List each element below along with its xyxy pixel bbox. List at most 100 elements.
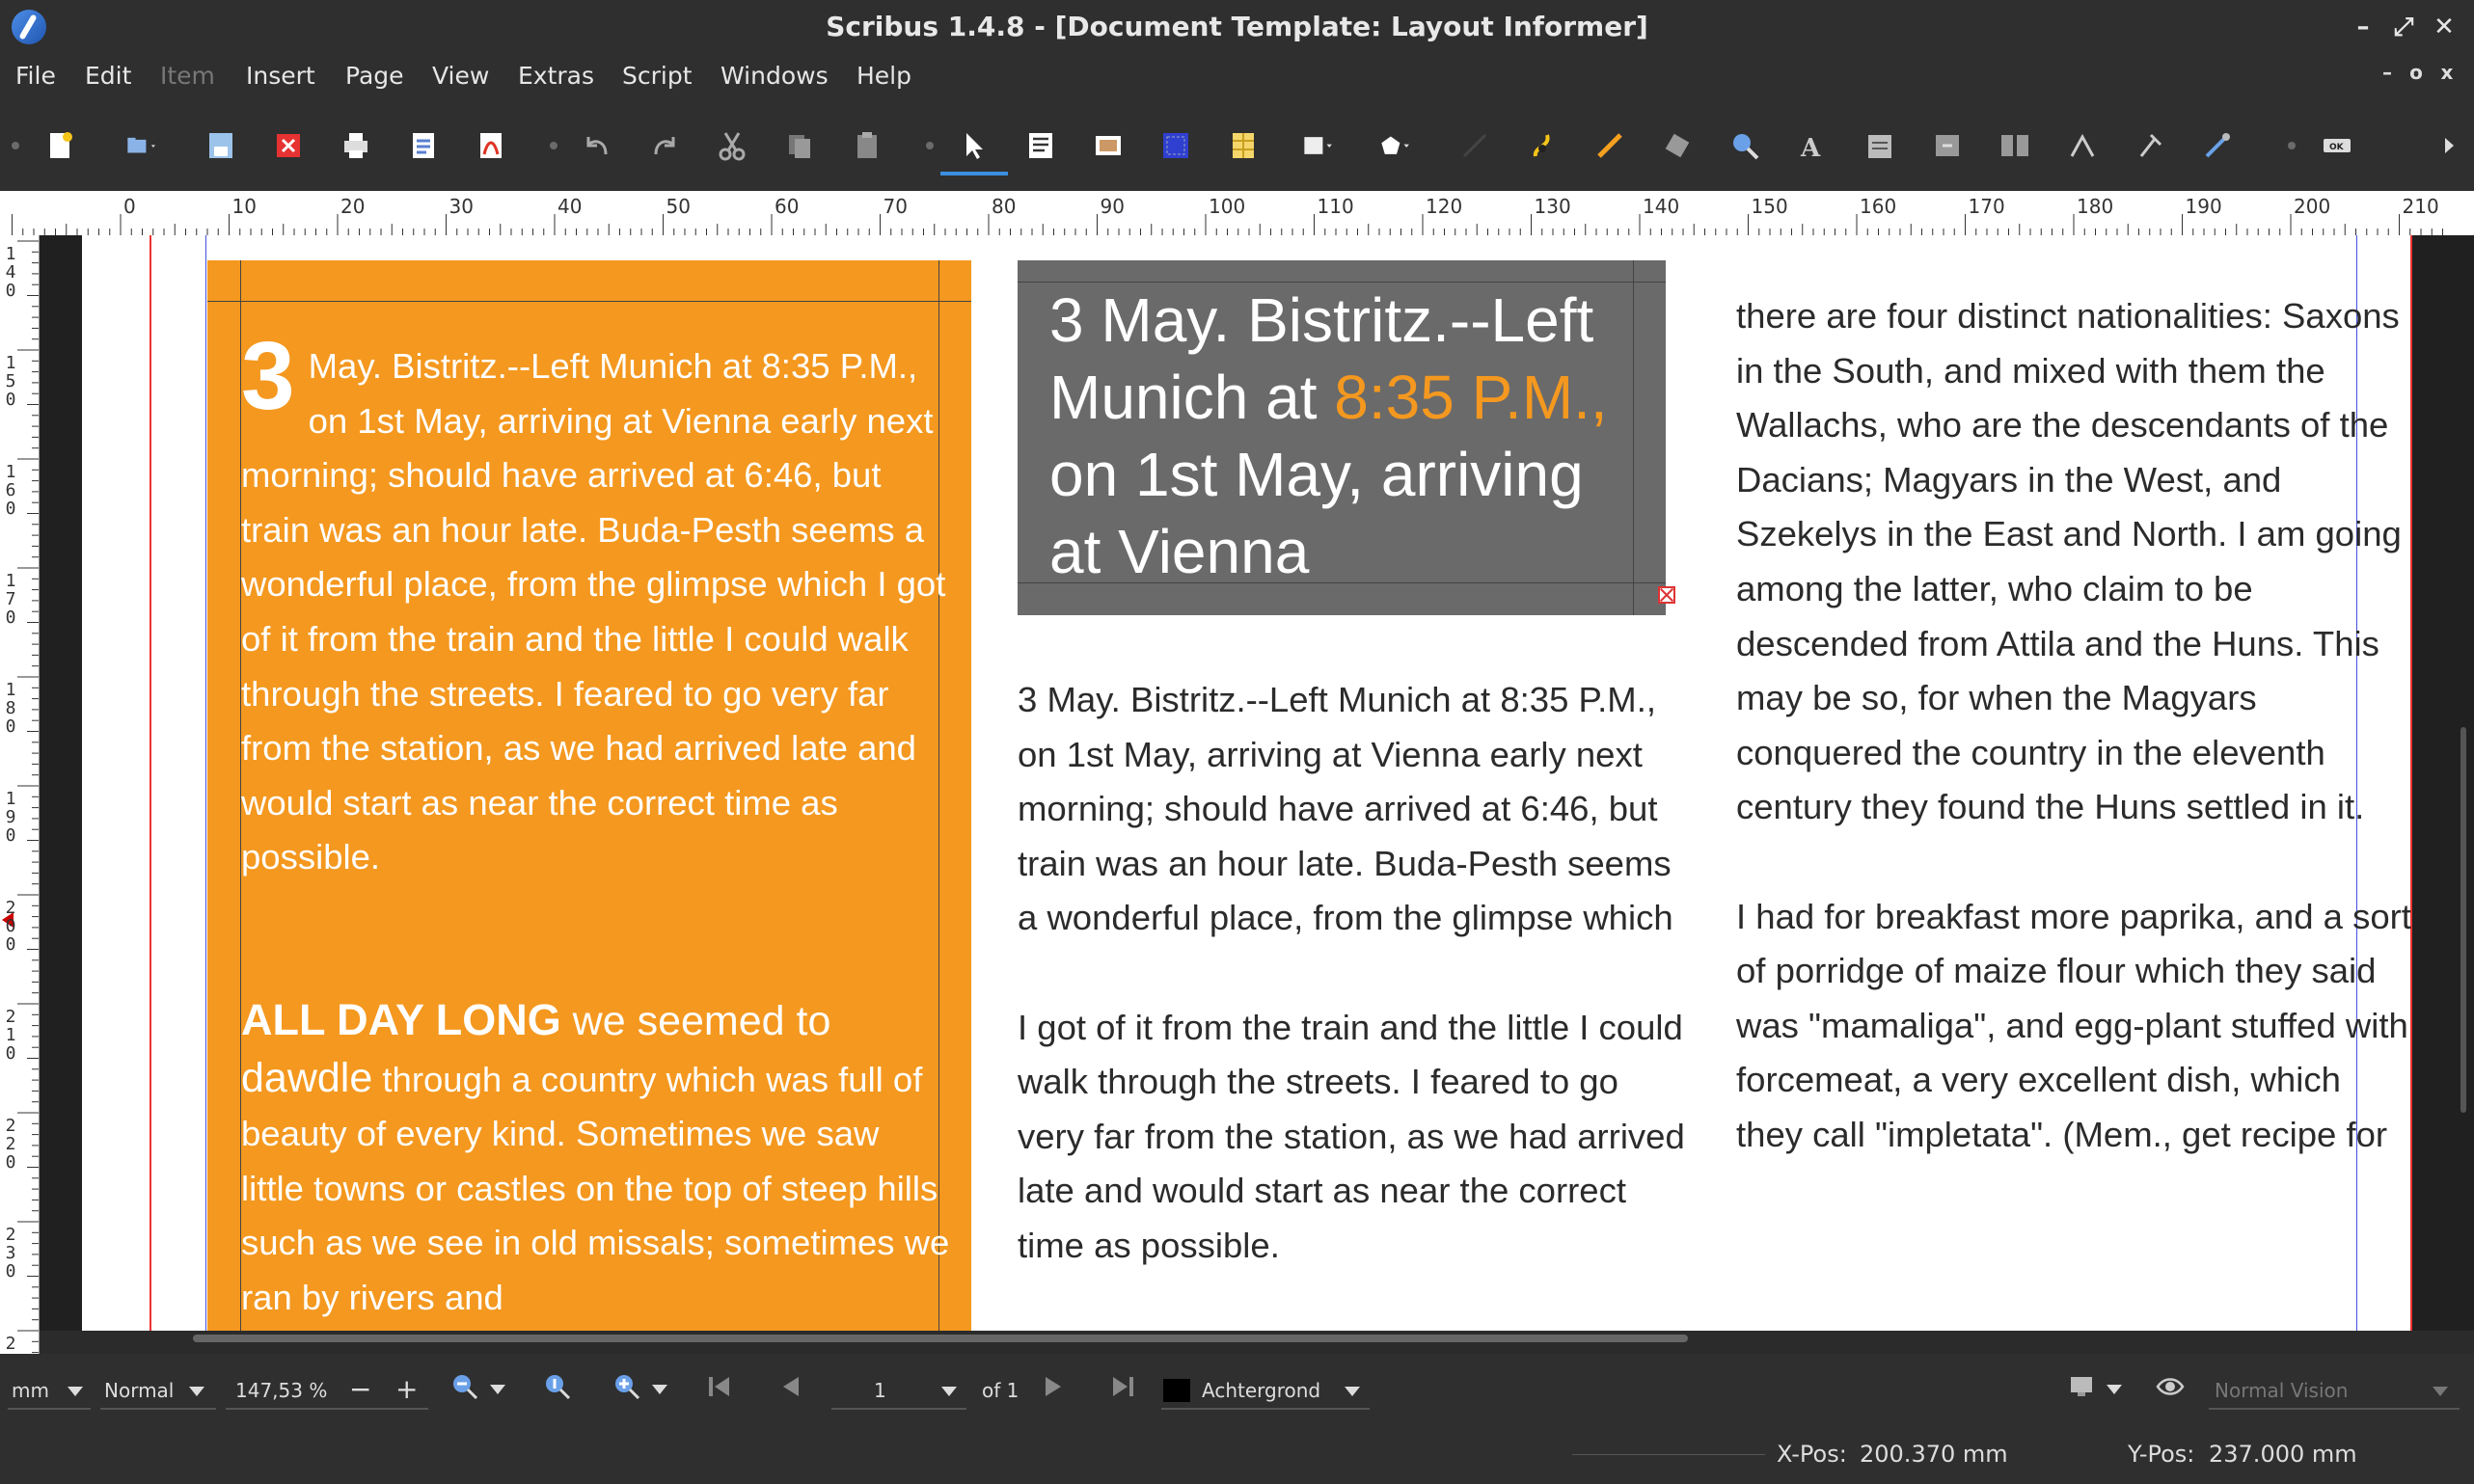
render-frame-icon[interactable] bbox=[1155, 125, 1196, 166]
line-icon[interactable] bbox=[1454, 125, 1495, 166]
previous-page-icon[interactable] bbox=[772, 1367, 810, 1406]
undo-icon[interactable] bbox=[577, 125, 617, 166]
document-minimize-button[interactable]: – bbox=[2373, 58, 2402, 87]
rotate-item-icon[interactable] bbox=[1657, 125, 1698, 166]
zoom-field[interactable]: 147,53 % − + bbox=[226, 1371, 428, 1410]
preflight-verifier-icon[interactable] bbox=[403, 125, 444, 166]
close-button[interactable]: ✕ bbox=[2425, 6, 2463, 48]
menu-file[interactable]: File bbox=[15, 54, 56, 98]
edit-text-story-editor-icon[interactable] bbox=[1860, 125, 1900, 166]
new-document-icon[interactable] bbox=[41, 125, 81, 166]
export-pdf-icon[interactable] bbox=[471, 125, 511, 166]
zoom-increment-button[interactable]: + bbox=[395, 1373, 418, 1405]
text-overflow-marker-icon[interactable] bbox=[1658, 586, 1675, 604]
vertical-scrollbar[interactable] bbox=[2460, 727, 2466, 1113]
edit-contents-icon[interactable]: A bbox=[1792, 125, 1833, 166]
layer-select[interactable]: Achtergrond bbox=[1161, 1371, 1370, 1410]
table-icon[interactable] bbox=[1223, 125, 1264, 166]
vertical-ruler[interactable]: 140 150 160 170 180 190 200 210 220 230 2 bbox=[0, 235, 40, 1354]
measurements-icon[interactable] bbox=[2062, 125, 2103, 166]
copy-item-properties-icon[interactable] bbox=[2130, 125, 2170, 166]
paste-icon[interactable] bbox=[847, 125, 887, 166]
zoom-icon[interactable] bbox=[1725, 125, 1765, 166]
open-document-icon[interactable] bbox=[114, 125, 172, 166]
ruler-label: 50 bbox=[666, 195, 691, 218]
vision-mode-select[interactable]: Normal Vision bbox=[2209, 1371, 2460, 1410]
right-text-column[interactable]: there are four distinct nationalities: S… bbox=[1736, 289, 2411, 1163]
ruler-label: 220 bbox=[5, 1116, 16, 1173]
margin-guide-left bbox=[150, 235, 151, 1331]
menu-item[interactable]: Item bbox=[160, 54, 215, 98]
ruler-label: 230 bbox=[5, 1225, 16, 1282]
ruler-label: 60 bbox=[775, 195, 800, 218]
image-frame-icon[interactable] bbox=[1088, 125, 1128, 166]
display-icon[interactable] bbox=[2064, 1367, 2103, 1406]
menu-page[interactable]: Page bbox=[345, 54, 404, 98]
eye-dropper-icon[interactable] bbox=[2197, 125, 2238, 166]
toolbar-handle[interactable] bbox=[12, 142, 19, 149]
document-restore-button[interactable]: o bbox=[2402, 58, 2431, 87]
orange-frame-text[interactable]: 3 May. Bistritz.--Left Munich at 8:35 P.M… bbox=[241, 328, 950, 1326]
zoom-in-icon[interactable] bbox=[608, 1367, 646, 1406]
maximize-button[interactable]: ⤢ bbox=[2384, 6, 2423, 48]
main-toolbar: A OK bbox=[0, 98, 2474, 191]
ruler-label: 180 bbox=[5, 680, 16, 737]
redo-icon[interactable] bbox=[644, 125, 685, 166]
document-close-button[interactable]: x bbox=[2433, 58, 2461, 87]
menu-windows[interactable]: Windows bbox=[720, 54, 829, 98]
headline-part: on 1st May, arriving at Vienna bbox=[1049, 440, 1584, 586]
print-icon[interactable] bbox=[336, 125, 376, 166]
shape-icon[interactable] bbox=[1291, 125, 1348, 166]
close-document-icon[interactable] bbox=[268, 125, 309, 166]
paragraph: 3 May. Bistritz.--Left Munich at 8:35 P.… bbox=[1018, 680, 1673, 938]
document-page[interactable]: 3 May. Bistritz.--Left Munich at 8:35 P.M… bbox=[82, 235, 2412, 1331]
polygon-icon[interactable] bbox=[1368, 125, 1426, 166]
menu-view[interactable]: View bbox=[432, 54, 489, 98]
link-text-frames-icon[interactable] bbox=[1927, 125, 1968, 166]
ruler-label: 20 bbox=[340, 195, 366, 218]
chevron-down-icon[interactable] bbox=[2107, 1385, 2122, 1394]
zoom-out-icon[interactable] bbox=[446, 1367, 484, 1406]
menu-insert[interactable]: Insert bbox=[246, 54, 315, 98]
headline-text[interactable]: 3 May. Bistritz.--Left Munich at 8:35 P.… bbox=[1049, 282, 1647, 590]
middle-text-column[interactable]: 3 May. Bistritz.--Left Munich at 8:35 P.… bbox=[1018, 673, 1693, 1274]
ruler-label: 200 bbox=[2294, 195, 2331, 218]
toolbar-overflow-icon[interactable] bbox=[2429, 125, 2469, 166]
horizontal-ruler[interactable]: 0 10 20 30 40 50 60 70 80 90 100 110 120 130 140 150 160… bbox=[0, 191, 2474, 236]
cut-icon[interactable] bbox=[712, 125, 752, 166]
menu-help[interactable]: Help bbox=[856, 54, 911, 98]
headline-accent: 8:35 P.M., bbox=[1334, 363, 1608, 432]
paragraph: May. Bistritz.--Left Munich at 8:35 P.M.… bbox=[241, 346, 946, 877]
ruler-label: 90 bbox=[1100, 195, 1125, 218]
text-frame-icon[interactable] bbox=[1020, 125, 1061, 166]
eye-icon[interactable] bbox=[2151, 1367, 2189, 1406]
chevron-down-icon[interactable] bbox=[490, 1385, 505, 1394]
zoom-decrement-button[interactable]: − bbox=[349, 1373, 371, 1405]
select-item-icon[interactable] bbox=[953, 125, 993, 166]
next-page-icon[interactable] bbox=[1034, 1367, 1073, 1406]
pdf-push-button-icon[interactable]: OK bbox=[2317, 125, 2357, 166]
menu-edit[interactable]: Edit bbox=[85, 54, 131, 98]
copy-icon[interactable] bbox=[779, 125, 820, 166]
first-page-icon[interactable] bbox=[700, 1367, 739, 1406]
ruler-label: 200 bbox=[5, 898, 16, 955]
menu-script[interactable]: Script bbox=[622, 54, 693, 98]
chevron-down-icon bbox=[68, 1387, 83, 1396]
document-canvas[interactable]: 3 May. Bistritz.--Left Munich at 8:35 P.M… bbox=[40, 235, 2474, 1331]
horizontal-scrollbar[interactable] bbox=[193, 1335, 1688, 1342]
last-page-icon[interactable] bbox=[1103, 1367, 1142, 1406]
chevron-down-icon[interactable] bbox=[652, 1385, 667, 1394]
minimize-button[interactable]: – bbox=[2344, 6, 2382, 48]
title-bar: Scribus 1.4.8 - [Document Template: Layo… bbox=[0, 0, 2474, 54]
unit-select[interactable]: mm bbox=[8, 1371, 91, 1410]
unlink-text-frames-icon[interactable] bbox=[1995, 125, 2035, 166]
menu-extras[interactable]: Extras bbox=[518, 54, 594, 98]
freehand-line-icon[interactable] bbox=[1590, 125, 1630, 166]
zoom-100-icon[interactable] bbox=[538, 1367, 577, 1406]
toolbar-separator bbox=[550, 142, 557, 149]
save-document-icon[interactable] bbox=[201, 125, 241, 166]
page-select[interactable]: 1 bbox=[831, 1371, 966, 1410]
ruler-label: 2 bbox=[5, 1334, 16, 1354]
preview-mode-select[interactable]: Normal bbox=[100, 1371, 216, 1410]
bezier-curve-icon[interactable] bbox=[1522, 125, 1563, 166]
